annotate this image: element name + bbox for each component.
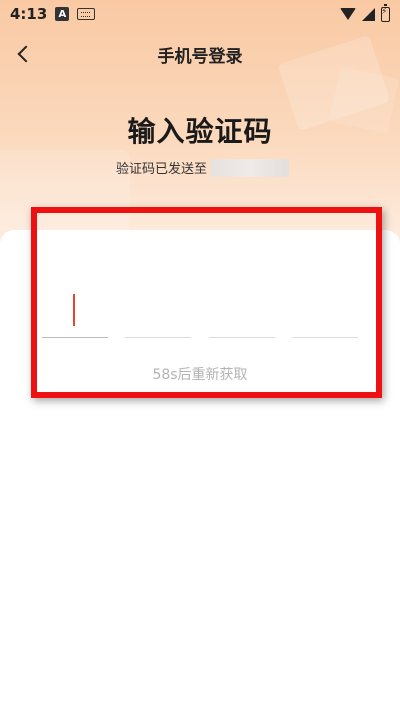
decorative-shape	[0, 150, 130, 230]
signal-icon	[362, 7, 375, 21]
main-heading: 输入验证码	[127, 115, 273, 148]
sent-label: 验证码已发送至	[116, 162, 208, 177]
app-notification-icon: A	[55, 7, 70, 21]
keyboard-icon	[77, 8, 96, 20]
code-input-cell-4[interactable]	[291, 278, 358, 338]
chevron-left-icon	[17, 45, 35, 63]
status-bar: 4:13 A	[0, 0, 400, 28]
nav-bar: 手机号登录	[0, 32, 400, 76]
status-left: 4:13 A	[10, 5, 96, 23]
back-button[interactable]	[10, 40, 38, 68]
status-right	[340, 3, 390, 22]
page-title: 手机号登录	[157, 46, 243, 67]
code-input-cell-3[interactable]	[208, 278, 275, 338]
code-input-cell-1[interactable]	[42, 278, 108, 338]
code-input-cell-2[interactable]	[125, 278, 192, 338]
text-cursor	[73, 294, 75, 326]
wifi-icon	[340, 8, 356, 20]
sent-info: 验证码已发送至	[116, 158, 290, 177]
status-time: 4:13	[10, 5, 48, 23]
battery-charging-icon	[381, 3, 390, 22]
masked-phone-number	[211, 158, 290, 177]
verification-code-inputs	[42, 278, 358, 340]
resend-countdown: 58s后重新获取	[152, 367, 248, 383]
